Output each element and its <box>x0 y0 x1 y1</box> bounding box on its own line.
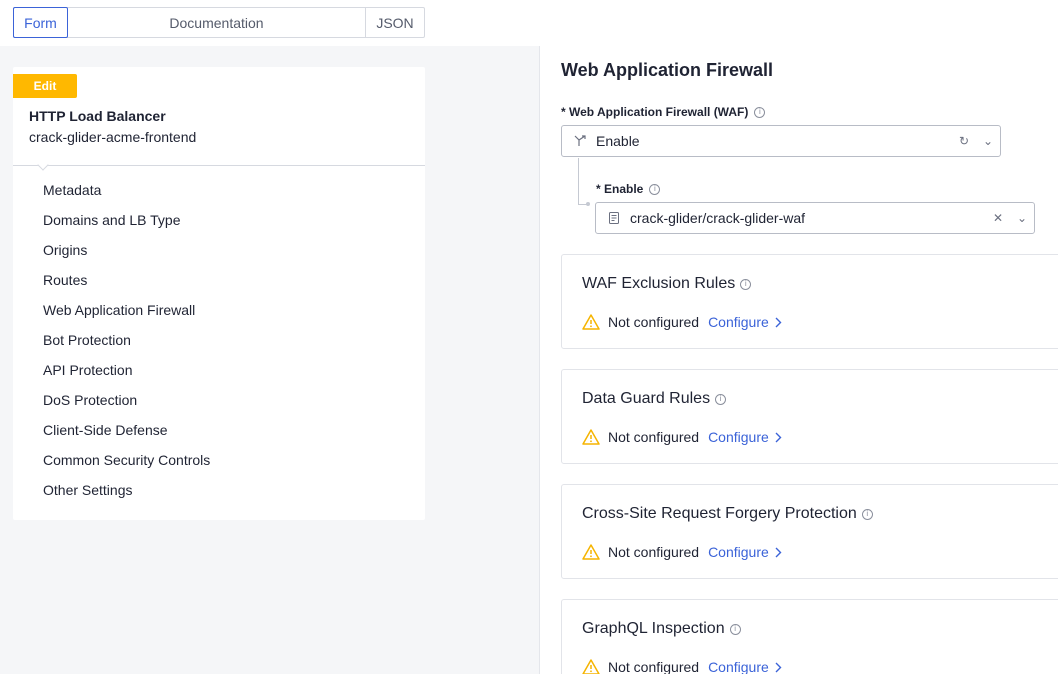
refresh-icon[interactable]: ↻ <box>952 134 976 148</box>
info-icon[interactable]: i <box>649 183 661 195</box>
info-icon[interactable]: i <box>861 508 873 520</box>
left-pane: Edit HTTP Load Balancer crack-glider-acm… <box>0 46 540 674</box>
configure-link[interactable]: Configure <box>708 429 782 445</box>
configure-link-label: Configure <box>708 314 769 330</box>
card-divider <box>13 165 425 166</box>
waf-policy-value: crack-glider/crack-glider-waf <box>630 210 806 226</box>
clear-icon[interactable]: ✕ <box>986 211 1010 225</box>
warning-icon <box>582 544 600 560</box>
panel-title: WAF Exclusion Rules i <box>582 275 752 293</box>
card-title: HTTP Load Balancer <box>29 108 166 124</box>
status-text: Not configured <box>608 544 700 560</box>
info-icon[interactable]: i <box>754 106 766 118</box>
chevron-right-icon <box>775 432 782 442</box>
waf-field-label: * Web Application Firewall (WAF) i <box>561 105 766 119</box>
configure-link[interactable]: Configure <box>708 314 782 330</box>
waf-policy-select[interactable]: crack-glider/crack-glider-waf ✕ ⌄ <box>595 202 1035 234</box>
tab-json[interactable]: JSON <box>366 8 424 37</box>
configure-link-label: Configure <box>708 659 769 674</box>
branch-icon <box>571 134 589 148</box>
panel-status: Not configured Configure <box>582 429 782 445</box>
chevron-down-icon[interactable]: ⌄ <box>1010 211 1034 225</box>
section-nav: Metadata Domains and LB Type Origins Rou… <box>43 175 210 505</box>
nav-item-waf[interactable]: Web Application Firewall <box>43 295 210 325</box>
nav-item-client-side-defense[interactable]: Client-Side Defense <box>43 415 210 445</box>
info-icon[interactable]: i <box>729 623 741 635</box>
enable-field-label-text: * Enable <box>596 182 644 196</box>
navigation-card: Edit HTTP Load Balancer crack-glider-acm… <box>13 67 425 520</box>
panel-status: Not configured Configure <box>582 659 782 674</box>
status-text: Not configured <box>608 314 700 330</box>
chevron-right-icon <box>775 317 782 327</box>
chevron-right-icon <box>775 662 782 672</box>
panel-title-text: Data Guard Rules <box>582 390 711 407</box>
status-text: Not configured <box>608 429 700 445</box>
nav-item-other-settings[interactable]: Other Settings <box>43 475 210 505</box>
info-icon[interactable]: i <box>740 278 752 290</box>
panel-title: Cross-Site Request Forgery Protection i <box>582 505 873 523</box>
tab-documentation[interactable]: Documentation <box>68 8 366 37</box>
configure-link[interactable]: Configure <box>708 659 782 674</box>
waf-mode-value: Enable <box>596 133 640 149</box>
info-icon[interactable]: i <box>715 393 727 405</box>
nav-item-domains[interactable]: Domains and LB Type <box>43 205 210 235</box>
status-text: Not configured <box>608 659 700 674</box>
form-pane: Web Application Firewall * Web Applicati… <box>541 46 1058 674</box>
configure-link[interactable]: Configure <box>708 544 782 560</box>
panel-title-text: WAF Exclusion Rules <box>582 275 736 292</box>
nav-item-bot-protection[interactable]: Bot Protection <box>43 325 210 355</box>
configure-link-label: Configure <box>708 544 769 560</box>
nav-item-common-security[interactable]: Common Security Controls <box>43 445 210 475</box>
panel-status: Not configured Configure <box>582 544 782 560</box>
waf-mode-select[interactable]: Enable ↻ ⌄ <box>561 125 1001 157</box>
policy-list-icon <box>605 211 623 225</box>
waf-field-label-text: * Web Application Firewall (WAF) <box>561 105 749 119</box>
warning-icon <box>582 429 600 445</box>
section-title: Web Application Firewall <box>561 60 774 80</box>
panel-title-text: GraphQL Inspection <box>582 620 725 637</box>
chevron-down-icon[interactable]: ⌄ <box>976 134 1000 148</box>
configure-link-label: Configure <box>708 429 769 445</box>
panel-csrf-protection: Cross-Site Request Forgery Protection i … <box>561 484 1058 579</box>
panel-status: Not configured Configure <box>582 314 782 330</box>
panel-data-guard-rules: Data Guard Rules i Not configured Config… <box>561 369 1058 464</box>
active-caret <box>37 159 49 171</box>
nav-item-dos-protection[interactable]: DoS Protection <box>43 385 210 415</box>
tree-connector-dot <box>586 202 590 206</box>
tree-connector <box>578 158 579 204</box>
enable-field-label: * Enable i <box>596 182 661 196</box>
panel-title-text: Cross-Site Request Forgery Protection <box>582 505 857 522</box>
card-subtitle: crack-glider-acme-frontend <box>29 129 197 145</box>
panel-title: GraphQL Inspection i <box>582 620 741 638</box>
chevron-right-icon <box>775 547 782 557</box>
tab-form[interactable]: Form <box>13 7 68 38</box>
nav-item-metadata[interactable]: Metadata <box>43 175 210 205</box>
panel-graphql-inspection: GraphQL Inspection i Not configured Conf… <box>561 599 1058 674</box>
warning-icon <box>582 314 600 330</box>
panel-waf-exclusion-rules: WAF Exclusion Rules i Not configured Con… <box>561 254 1058 349</box>
view-mode-tabs: Form Documentation JSON <box>13 7 425 38</box>
nav-item-routes[interactable]: Routes <box>43 265 210 295</box>
nav-item-api-protection[interactable]: API Protection <box>43 355 210 385</box>
nav-item-origins[interactable]: Origins <box>43 235 210 265</box>
panel-title: Data Guard Rules i <box>582 390 727 408</box>
warning-icon <box>582 659 600 674</box>
edit-badge: Edit <box>13 74 77 98</box>
